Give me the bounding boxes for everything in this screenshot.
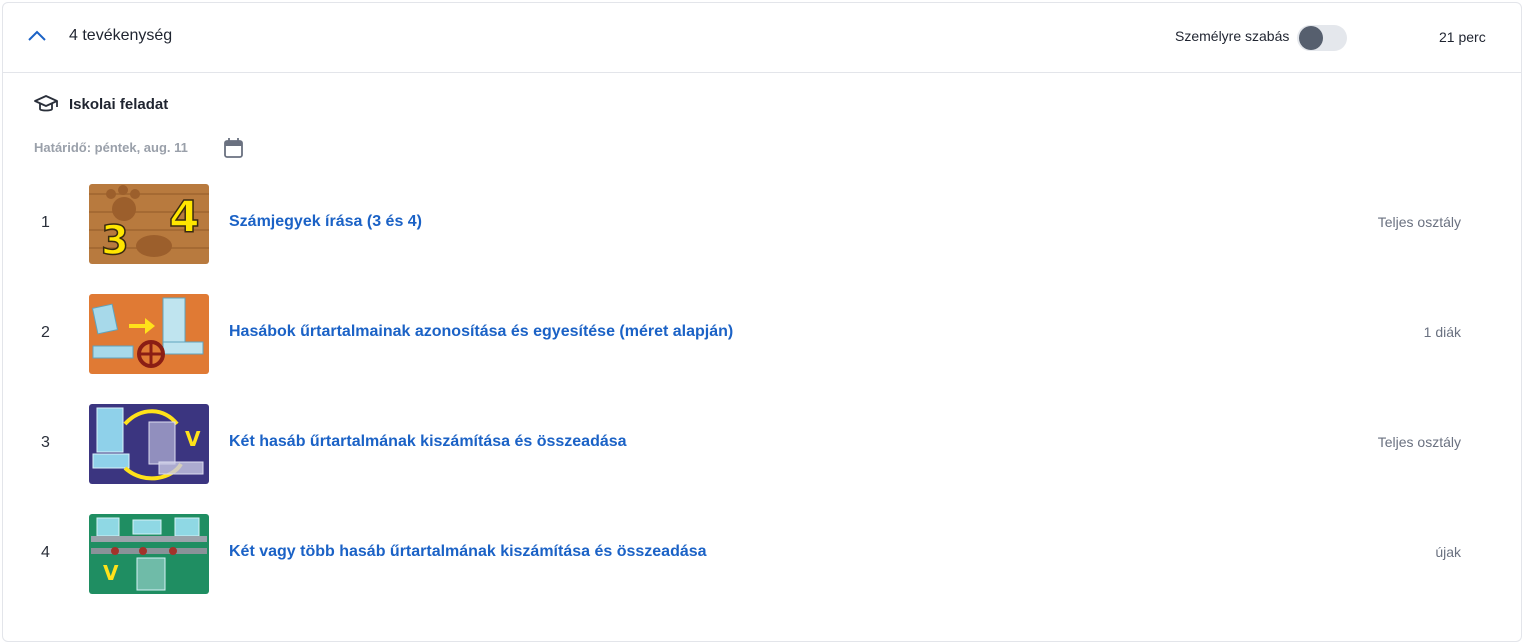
section-title: Iskolai feladat [69,96,169,113]
activity-thumbnail[interactable]: 3 4 [89,184,209,264]
activity-number: 1 [41,214,50,231]
activity-audience: újak [1435,544,1461,560]
activity-panel: 4 tevékenység Személyre szabás 21 perc I… [2,2,1522,642]
activity-thumbnail[interactable]: V [89,404,209,484]
thumb-letter: V [103,561,119,585]
chevron-up-icon[interactable] [27,29,47,43]
thumb-digit: 3 [101,218,129,264]
activity-audience: Teljes osztály [1377,214,1461,230]
activity-title-link[interactable]: Két vagy több hasáb űrtartalmának kiszám… [229,543,707,561]
thumb-digit: 4 [169,192,200,243]
activity-thumbnail[interactable]: V [89,514,209,594]
deadline-text: Határidő: péntek, aug. 11 [34,140,188,155]
toggle-knob [1299,26,1323,50]
thumb-letter: V [185,427,201,451]
activity-row[interactable]: 2 Hasábok űrtartalmainak azonosítása és … [3,294,1523,374]
panel-header[interactable]: 4 tevékenység Személyre szabás 21 perc [3,3,1521,73]
activity-row[interactable]: 1 3 4 Számjegyek írása (3 és 4) Teljes o… [3,184,1523,264]
calendar-icon[interactable] [223,137,244,159]
activity-number: 3 [41,434,50,451]
duration: 21 perc [1439,29,1486,45]
activity-thumbnail[interactable] [89,294,209,374]
activity-audience: Teljes osztály [1377,434,1461,450]
activity-row[interactable]: 4 V Két vagy több hasáb űrtartalmának ki… [3,514,1523,594]
activity-count: 4 tevékenység [69,27,173,44]
activity-title-link[interactable]: Számjegyek írása (3 és 4) [229,213,422,231]
graduation-cap-icon [33,93,59,115]
activity-audience: 1 diák [1423,324,1461,340]
activity-number: 2 [41,324,50,341]
activity-title-link[interactable]: Hasábok űrtartalmainak azonosítása és eg… [229,323,733,341]
activity-title-link[interactable]: Két hasáb űrtartalmának kiszámítása és ö… [229,433,627,451]
activity-number: 4 [41,544,50,561]
customize-toggle[interactable] [1297,25,1347,51]
customize-label: Személyre szabás [1175,28,1290,44]
activity-row[interactable]: 3 V Két hasáb űrtartalmának kiszámítása … [3,404,1523,484]
